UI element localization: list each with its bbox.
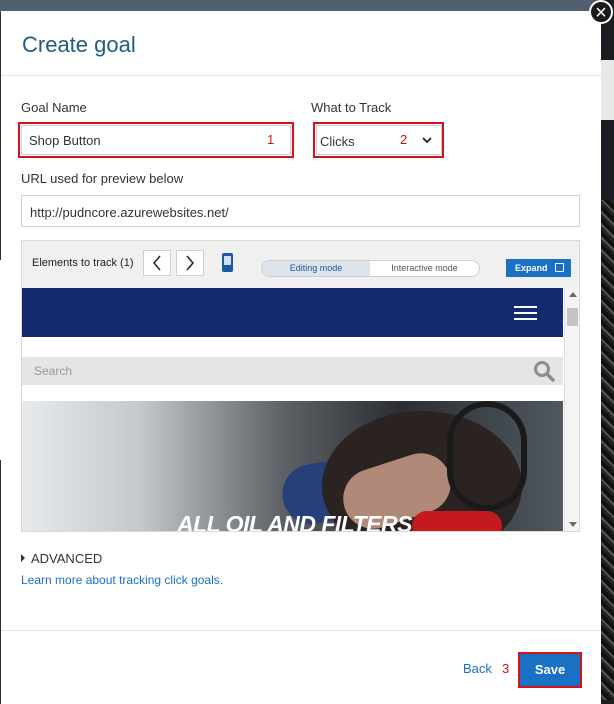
scroll-up-arrow[interactable] <box>569 292 577 297</box>
search-icon[interactable] <box>532 359 556 383</box>
preview-toolbar: Elements to track (1) Editing mode Inter… <box>22 241 579 287</box>
what-to-track-label: What to Track <box>311 100 392 115</box>
site-preview-frame[interactable]: Search ALL OIL AND FILTERS <box>22 288 579 531</box>
site-navbar <box>22 288 563 337</box>
back-button[interactable]: Back <box>463 661 492 676</box>
annotation-number-2: 2 <box>400 132 408 147</box>
interactive-mode-option[interactable]: Interactive mode <box>370 261 479 276</box>
elements-to-track-label: Elements to track (1) <box>32 257 134 269</box>
caret-right-icon <box>21 554 25 562</box>
preview-scrollbar[interactable] <box>564 288 579 531</box>
advanced-label: ADVANCED <box>31 551 103 566</box>
editing-mode-option[interactable]: Editing mode <box>262 261 370 276</box>
chevron-left-icon <box>153 255 161 271</box>
advanced-toggle[interactable]: ADVANCED <box>21 551 102 566</box>
learn-more-link[interactable]: Learn more about tracking click goals. <box>21 573 223 587</box>
goal-name-label: Goal Name <box>21 100 87 115</box>
chevron-right-icon <box>186 255 194 271</box>
preview-panel: Elements to track (1) Editing mode Inter… <box>21 240 580 532</box>
url-label: URL used for preview below <box>21 171 184 186</box>
create-goal-dialog: Create goal Goal Name Shop Button 1 What… <box>1 11 601 704</box>
previous-element-button[interactable] <box>143 250 171 276</box>
save-button[interactable]: Save <box>520 654 580 686</box>
next-element-button[interactable] <box>176 250 204 276</box>
expand-button[interactable]: Expand <box>506 259 571 277</box>
scroll-down-arrow[interactable] <box>569 522 577 527</box>
expand-label: Expand <box>515 263 548 273</box>
footer-divider <box>1 630 601 631</box>
external-link-icon <box>555 263 564 272</box>
annotation-box-1 <box>18 122 294 158</box>
dialog-title: Create goal <box>22 32 136 57</box>
close-icon[interactable]: × <box>589 0 613 24</box>
annotation-box-2 <box>313 122 444 158</box>
preview-url-input[interactable]: http://pudncore.azurewebsites.net/ <box>21 195 580 227</box>
annotation-number-3: 3 <box>502 661 510 676</box>
hamburger-menu-icon[interactable] <box>514 306 537 320</box>
hero-headline: ALL OIL AND FILTERS <box>177 511 412 531</box>
mobile-device-icon[interactable] <box>222 253 233 272</box>
preview-url-value: http://pudncore.azurewebsites.net/ <box>30 205 229 220</box>
hero-image: ALL OIL AND FILTERS <box>22 401 563 531</box>
scroll-thumb[interactable] <box>567 308 578 326</box>
site-search-bar[interactable]: Search <box>22 357 563 385</box>
background-page-right <box>600 0 614 704</box>
mode-toggle[interactable]: Editing mode Interactive mode <box>261 260 480 277</box>
annotation-number-1: 1 <box>267 132 275 147</box>
site-search-placeholder: Search <box>34 364 73 378</box>
